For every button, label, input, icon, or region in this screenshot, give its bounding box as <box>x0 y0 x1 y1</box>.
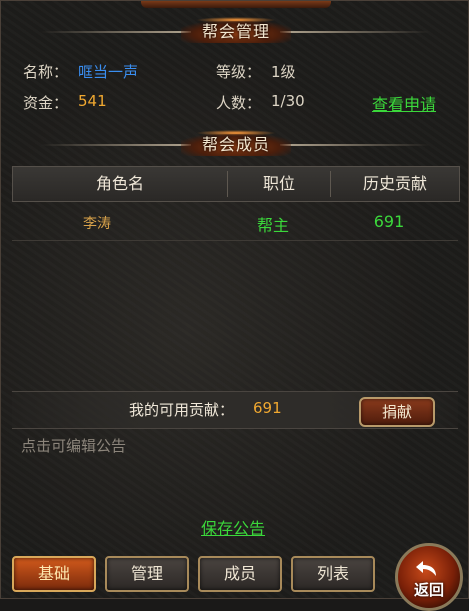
tab-members[interactable]: 成员 <box>198 556 282 592</box>
donate-button[interactable]: 捐献 <box>359 397 435 427</box>
column-header-contribution: 历史贡献 <box>362 174 427 193</box>
guild-members-header: 帮会成员 <box>1 130 469 158</box>
member-name: 李涛 <box>83 216 111 232</box>
guild-level-label: 等级： <box>216 63 262 81</box>
column-header-position: 职位 <box>262 174 295 193</box>
tab-list[interactable]: 列表 <box>291 556 375 592</box>
guild-management-title: 帮会管理 <box>181 21 291 43</box>
return-button[interactable]: 返回 <box>395 543 463 611</box>
guild-management-header: 帮会管理 <box>1 17 469 45</box>
guild-level-value: 1级 <box>271 63 296 81</box>
guild-members-count-value: 1/30 <box>271 92 305 110</box>
row-divider <box>12 240 458 241</box>
return-button-label: 返回 <box>413 581 444 599</box>
guild-name-label: 名称： <box>23 63 69 81</box>
available-contribution-value: 691 <box>253 399 282 417</box>
save-notice-link[interactable]: 保存公告 <box>201 515 265 539</box>
tab-basic[interactable]: 基础 <box>12 556 96 592</box>
members-header-divider-right <box>280 144 430 146</box>
members-table-header: 角色名 职位 历史贡献 <box>12 166 460 202</box>
column-header-role-name: 角色名 <box>95 174 144 193</box>
top-frame-ornament <box>141 1 331 8</box>
members-header-divider-left <box>41 144 191 146</box>
guild-name-value: 哐当一声 <box>78 63 139 81</box>
guild-funds-value: 541 <box>78 92 107 110</box>
available-contribution-label: 我的可用贡献： <box>129 401 235 419</box>
guild-notice-input[interactable]: 点击可编辑公告 <box>21 435 126 456</box>
view-applications-link[interactable]: 查看申请 <box>372 91 436 115</box>
header-divider-left <box>41 31 191 33</box>
guild-funds-label: 资金： <box>23 94 69 112</box>
guild-members-count-label: 人数： <box>216 94 262 112</box>
guild-panel: 帮会管理 名称： 哐当一声 等级： 1级 资金： 541 人数： 1/30 查看… <box>0 0 469 611</box>
member-contribution: 691 <box>373 212 405 231</box>
header-divider-right <box>280 31 430 33</box>
member-position: 帮主 <box>256 216 289 235</box>
tab-management[interactable]: 管理 <box>105 556 189 592</box>
guild-members-title: 帮会成员 <box>181 134 291 156</box>
